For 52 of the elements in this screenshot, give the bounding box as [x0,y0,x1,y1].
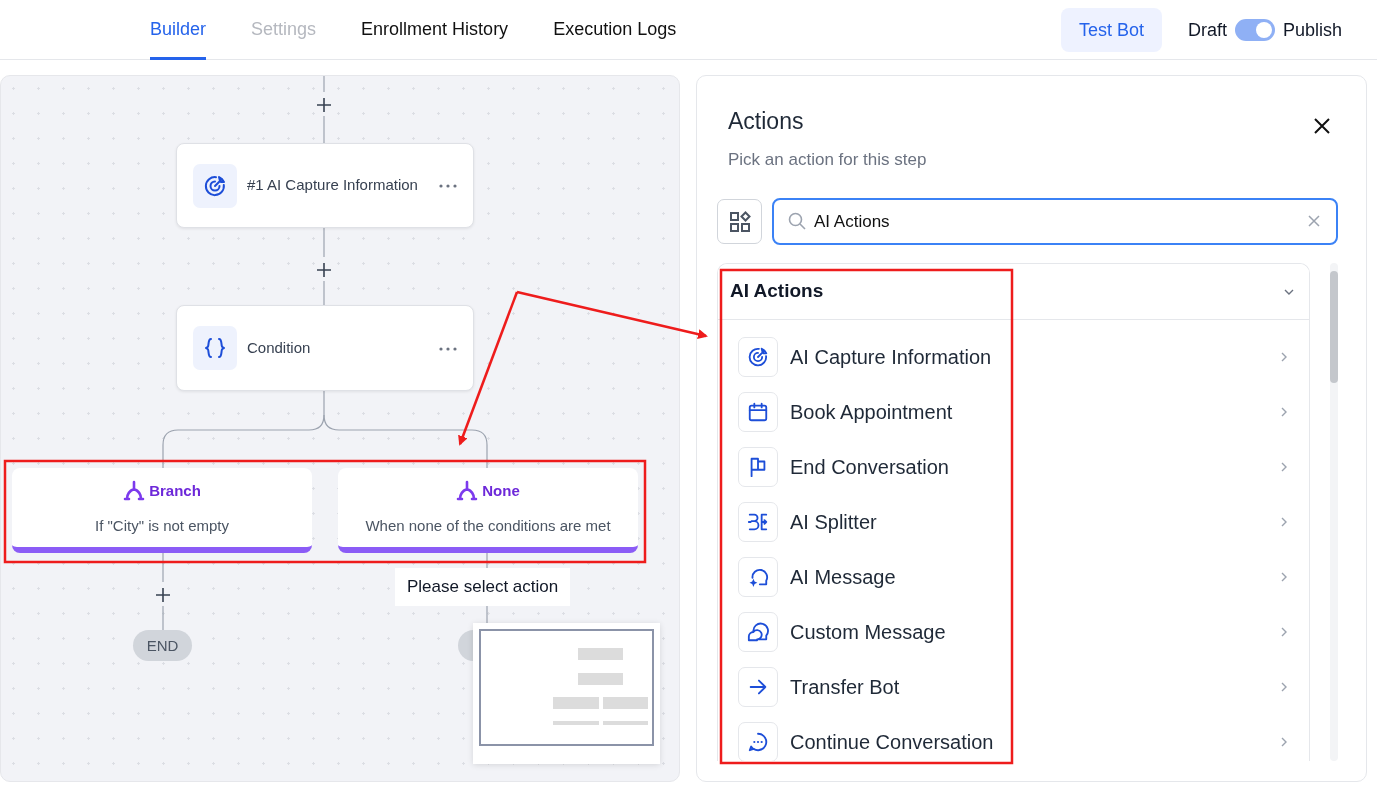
publish-label: Publish [1282,18,1342,42]
section-header[interactable]: AI Actions [718,264,1309,320]
minimap[interactable] [473,623,660,764]
calendar-icon [747,400,769,423]
chevron-right-icon [1279,461,1289,474]
close-icon[interactable] [1314,118,1330,134]
chevron-right-icon [1279,736,1289,749]
braces-icon [203,336,227,360]
step-title: #1 AI Capture Information [247,175,418,196]
search-field[interactable]: AI Actions [772,198,1338,245]
panel-subtitle: Pick an action for this step [728,148,927,171]
branch-node[interactable]: None When none of the conditions are met [338,468,638,553]
step-node[interactable]: Condition [176,305,474,391]
chat-icon [747,730,769,753]
plus-icon [315,95,333,114]
plus-icon [154,585,172,604]
test-bot-button[interactable]: Test Bot [1060,8,1162,52]
branch-node[interactable]: Branch If "City" is not empty [12,468,312,553]
branch-icon [123,480,146,503]
tooltip: Please select action [395,568,571,606]
target-icon [203,173,227,198]
step-node[interactable]: #1 AI Capture Information [176,143,474,228]
category-grid-button[interactable] [717,199,762,244]
scrollbar[interactable] [1330,263,1338,761]
message-icon [747,620,769,643]
chevron-right-icon [1279,516,1289,529]
chevron-right-icon [1279,406,1289,419]
branch-description: When none of the conditions are met [364,516,612,537]
chevron-right-icon [1279,351,1289,364]
branch-description: If "City" is not empty [94,516,230,537]
panel-title: Actions [728,107,805,136]
target-icon [747,345,769,368]
branch-icon [456,480,479,503]
chevron-right-icon [1279,571,1289,584]
tab[interactable]: Builder [150,0,207,60]
end-node: END [133,630,192,661]
publish-toggle[interactable] [1234,19,1275,41]
branch-title: Branch [149,481,201,501]
scrollbar-thumb[interactable] [1330,271,1338,383]
more-icon [439,345,457,352]
grid-icon [728,210,751,233]
search-icon [788,212,806,230]
tab[interactable]: Enrollment History [361,0,509,60]
branch-title: None [482,481,520,501]
chevron-right-icon [1279,626,1289,639]
plus-icon [315,260,333,279]
more-icon [439,183,457,190]
section-title: AI Actions [730,279,824,304]
chevron-right-icon [1279,681,1289,694]
step-title: Condition [247,337,311,358]
tab[interactable]: Execution Logs [553,0,677,60]
draft-label: Draft [1187,18,1227,42]
